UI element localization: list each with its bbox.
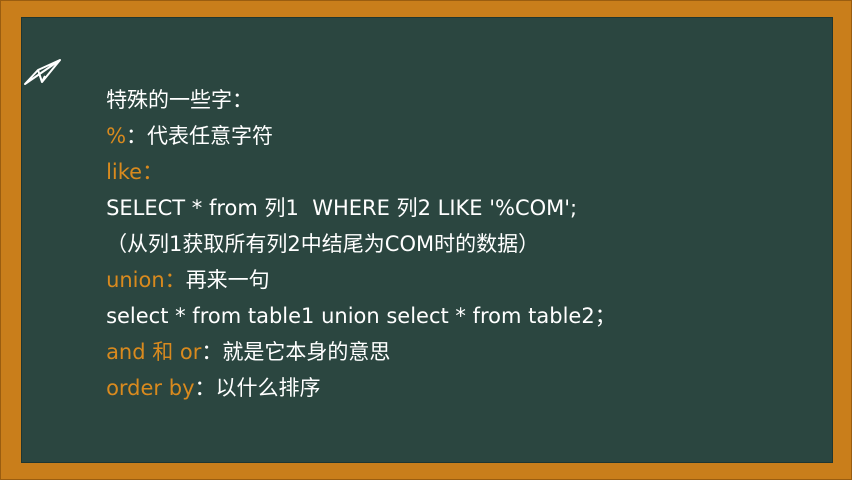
orderby-keyword: order by	[106, 376, 195, 400]
chalkboard: 特殊的一些字： %：代表任意字符 like： SELECT * from 列1 …	[21, 17, 833, 463]
orderby-line: order by：以什么排序	[66, 349, 321, 427]
paper-plane-icon	[24, 59, 61, 85]
orderby-description: ：以什么排序	[194, 376, 321, 400]
chalkboard-frame: 特殊的一些字： %：代表任意字符 like： SELECT * from 列1 …	[0, 0, 852, 480]
